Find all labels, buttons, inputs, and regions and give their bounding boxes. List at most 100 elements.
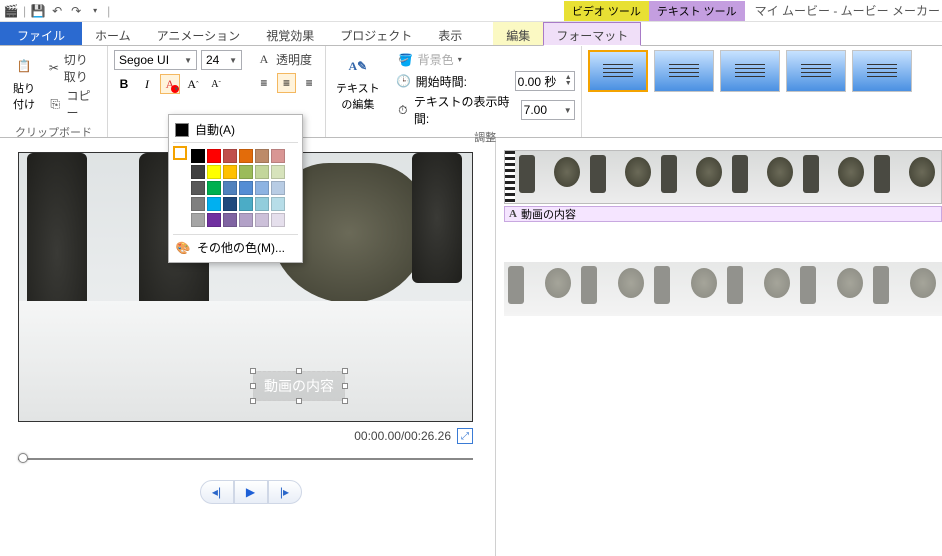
transparency-button[interactable]: A透明度 — [254, 50, 319, 69]
effect-thumb-4[interactable] — [786, 50, 846, 92]
undo-icon[interactable]: ↶ — [48, 2, 66, 20]
tab-animation[interactable]: アニメーション — [144, 22, 254, 45]
edit-text-button[interactable]: A✎ テキスト の編集 — [332, 50, 384, 114]
clip-thumb[interactable] — [657, 151, 728, 203]
color-cell[interactable] — [271, 165, 285, 179]
color-cell[interactable] — [255, 165, 269, 179]
text-overlay-box[interactable]: 動画の内容 — [253, 371, 345, 401]
font-size-select[interactable]: 24▼ — [201, 50, 242, 70]
shrink-font-button[interactable]: Aˇ — [206, 74, 226, 94]
seek-bar[interactable] — [18, 456, 473, 462]
start-time-label: 開始時間: — [416, 73, 467, 90]
effect-thumb-5[interactable] — [852, 50, 912, 92]
tab-visual[interactable]: 視覚効果 — [253, 22, 327, 45]
color-cell[interactable] — [255, 181, 269, 195]
group-adjust: 🪣背景色 ▾ 🕒 開始時間: 0.00 秒 ▲▼ ⏱ テキストの表示時間: 7.… — [390, 46, 582, 137]
color-cell[interactable] — [271, 149, 285, 163]
more-colors-row[interactable]: 🎨 その他の色(M)... — [173, 237, 298, 258]
app-icon[interactable]: 🎬 — [2, 2, 20, 20]
save-icon[interactable]: 💾 — [29, 2, 47, 20]
align-left-button[interactable]: ≡ — [254, 73, 274, 93]
color-cell[interactable] — [271, 197, 285, 211]
color-cell[interactable] — [255, 213, 269, 227]
context-tab-text: テキスト ツール — [649, 1, 745, 21]
bold-button[interactable]: B — [114, 74, 134, 94]
color-cell[interactable] — [239, 181, 253, 195]
paste-button[interactable]: 📋 貼り 付け — [6, 50, 42, 122]
color-cell[interactable] — [239, 165, 253, 179]
ribbon-tabs: ファイル ホーム アニメーション 視覚効果 プロジェクト 表示 編集 フォーマッ… — [0, 22, 942, 46]
color-auto-row[interactable]: 自動(A) — [173, 119, 298, 140]
film-edge-icon — [505, 151, 515, 203]
cut-button[interactable]: ✂切り取り — [46, 50, 101, 86]
qat-more-icon[interactable]: ▾ — [86, 2, 104, 20]
color-cell[interactable] — [191, 213, 205, 227]
clip-thumb[interactable] — [870, 151, 941, 203]
color-picker-popup: 自動(A) 🎨 その他の色(M)... — [168, 114, 303, 263]
tab-file[interactable]: ファイル — [0, 22, 82, 45]
playback-time: 00:00.00/00:26.26 — [354, 429, 451, 443]
tab-edit[interactable]: 編集 — [493, 22, 543, 45]
color-cell[interactable] — [255, 197, 269, 211]
color-cell[interactable] — [223, 197, 237, 211]
color-cell[interactable] — [255, 149, 269, 163]
clip-thumb[interactable] — [799, 151, 870, 203]
play-button[interactable]: ▶ — [234, 480, 268, 504]
color-cell[interactable] — [207, 197, 221, 211]
effect-thumb-1[interactable] — [588, 50, 648, 92]
effect-thumb-2[interactable] — [654, 50, 714, 92]
clip-thumb[interactable] — [586, 151, 657, 203]
color-cell[interactable] — [223, 149, 237, 163]
timeline-pane: A 動画の内容 — [495, 138, 942, 556]
edit-text-icon: A✎ — [344, 52, 372, 80]
group-effects — [582, 46, 942, 137]
copy-button[interactable]: ⎘コピー — [46, 86, 101, 122]
fullscreen-button[interactable]: ⤢ — [457, 428, 473, 444]
video-clip-strip[interactable] — [504, 150, 942, 204]
palette-icon: 🎨 — [175, 240, 191, 256]
color-grid — [191, 149, 286, 228]
color-cell[interactable] — [207, 181, 221, 195]
redo-icon[interactable]: ↷ — [67, 2, 85, 20]
text-track-icon: A — [509, 208, 517, 220]
color-cell[interactable] — [191, 165, 205, 179]
color-cell[interactable] — [271, 213, 285, 227]
effect-thumb-3[interactable] — [720, 50, 780, 92]
tab-format[interactable]: フォーマット — [543, 22, 641, 46]
seek-thumb[interactable] — [18, 453, 28, 463]
color-cell[interactable] — [207, 149, 221, 163]
color-cell[interactable] — [191, 181, 205, 195]
chevron-down-icon: ▼ — [184, 56, 192, 65]
text-track[interactable]: A 動画の内容 — [504, 206, 942, 222]
clock-icon: 🕒 — [396, 73, 412, 89]
start-time-input[interactable]: 0.00 秒 ▲▼ — [515, 71, 575, 91]
color-cell[interactable] — [239, 197, 253, 211]
next-frame-button[interactable]: |▸ — [268, 480, 302, 504]
color-cell[interactable] — [207, 213, 221, 227]
color-cell[interactable] — [223, 165, 237, 179]
clip-thumb[interactable] — [728, 151, 799, 203]
clip-thumb[interactable] — [515, 151, 586, 203]
color-cell[interactable] — [239, 213, 253, 227]
grow-font-button[interactable]: Aˆ — [183, 74, 203, 94]
color-cell[interactable] — [223, 181, 237, 195]
prev-frame-button[interactable]: ◂| — [200, 480, 234, 504]
color-cell[interactable] — [239, 149, 253, 163]
tab-view[interactable]: 表示 — [425, 22, 475, 45]
color-cell[interactable] — [223, 213, 237, 227]
color-cell[interactable] — [271, 181, 285, 195]
tab-project[interactable]: プロジェクト — [327, 22, 425, 45]
align-center-button[interactable]: ≡ — [277, 73, 297, 93]
tab-home[interactable]: ホーム — [82, 22, 144, 45]
italic-button[interactable]: I — [137, 74, 157, 94]
ribbon: 📋 貼り 付け ✂切り取り ⎘コピー クリップボード Segoe UI▼ 24▼… — [0, 46, 942, 138]
color-cell[interactable] — [191, 197, 205, 211]
title-bar: 🎬 | 💾 ↶ ↷ ▾ | ビデオ ツール テキスト ツール マイ ムービー -… — [0, 0, 942, 22]
color-cell[interactable] — [207, 165, 221, 179]
color-cell[interactable] — [191, 149, 205, 163]
font-name-select[interactable]: Segoe UI▼ — [114, 50, 197, 70]
color-white-selected[interactable] — [173, 146, 187, 160]
align-right-button[interactable]: ≡ — [299, 73, 319, 93]
font-color-button[interactable]: A▾ — [160, 74, 180, 94]
duration-input[interactable]: 7.00 ▼ — [521, 100, 575, 120]
